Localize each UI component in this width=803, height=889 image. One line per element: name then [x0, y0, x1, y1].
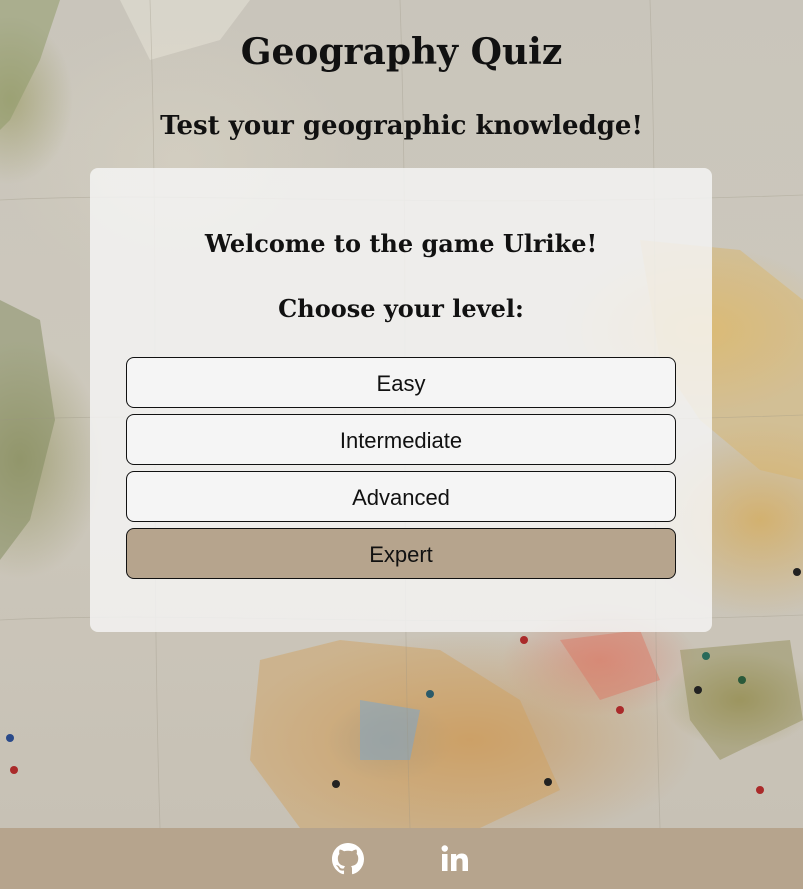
page-title: Geography Quiz	[240, 31, 563, 73]
level-intermediate-button[interactable]: Intermediate	[126, 414, 676, 465]
linkedin-link[interactable]	[439, 843, 471, 875]
level-advanced-button[interactable]: Advanced	[126, 471, 676, 522]
level-select-panel: Welcome to the game Ulrike! Choose your …	[90, 168, 712, 632]
level-heading: Choose your level:	[278, 294, 524, 323]
level-expert-button[interactable]: Expert	[126, 528, 676, 579]
github-link[interactable]	[332, 843, 364, 875]
welcome-message: Welcome to the game Ulrike!	[204, 229, 598, 258]
level-easy-button[interactable]: Easy	[126, 357, 676, 408]
linkedin-icon	[441, 845, 468, 871]
footer	[0, 828, 803, 889]
level-list: Easy Intermediate Advanced Expert	[126, 357, 676, 585]
github-icon	[332, 843, 364, 875]
page-subtitle: Test your geographic knowledge!	[160, 111, 643, 141]
